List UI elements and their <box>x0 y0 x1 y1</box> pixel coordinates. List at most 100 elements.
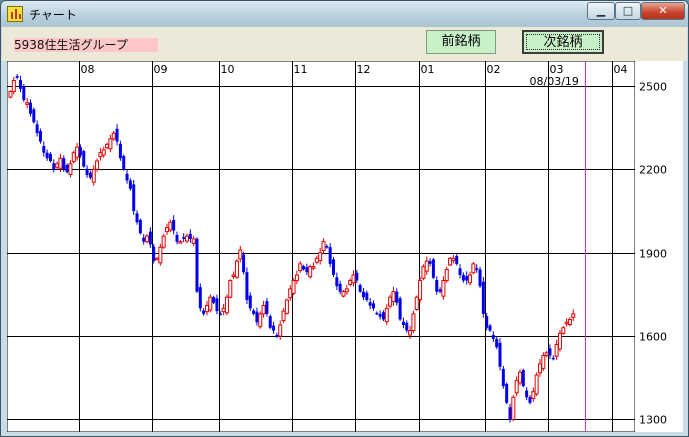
candle <box>245 267 249 305</box>
candle-body <box>252 310 256 314</box>
candle <box>291 278 296 296</box>
candle <box>198 283 202 312</box>
candle-body <box>45 152 49 159</box>
candle-body <box>537 363 542 374</box>
candle-body <box>505 383 509 403</box>
candle-body <box>424 260 429 272</box>
candle <box>22 83 26 103</box>
candle-body <box>318 252 323 262</box>
candle-body <box>531 391 536 399</box>
candle-body <box>234 260 239 278</box>
candle-body <box>381 312 385 320</box>
candle-body <box>418 280 423 300</box>
candle-body <box>18 79 22 89</box>
candle-body <box>325 246 329 248</box>
y-tick-label: 2200 <box>639 164 667 177</box>
candle-body <box>548 348 552 356</box>
candle <box>208 294 213 313</box>
title-bar[interactable]: チャート ▁ □ ✕ <box>1 1 688 27</box>
candle-body <box>22 86 26 100</box>
candle-body <box>261 305 266 315</box>
candle-body <box>255 311 259 323</box>
candle-body <box>517 371 522 384</box>
candle-body <box>198 287 202 309</box>
candle-body <box>218 313 222 315</box>
candle-body <box>448 257 453 266</box>
candle-body <box>421 266 426 279</box>
candle-body <box>554 343 559 357</box>
candle <box>448 256 453 267</box>
candle-body <box>115 128 119 142</box>
candle-body <box>165 227 170 233</box>
close-icon[interactable]: ✕ <box>641 2 685 20</box>
candle <box>284 298 289 315</box>
candle-body <box>378 313 382 317</box>
candle <box>158 243 163 266</box>
candle-body <box>511 396 516 420</box>
candle-body <box>215 298 219 312</box>
candle-body <box>148 231 152 245</box>
toolbar: 5938住生活グループ 前銘柄 次銘柄 <box>2 27 687 61</box>
candle-body <box>98 152 103 158</box>
candle <box>478 266 482 289</box>
candle <box>534 372 539 397</box>
candle-body <box>25 102 30 105</box>
candle <box>8 90 13 99</box>
candle-body <box>338 283 342 292</box>
candle <box>501 365 505 389</box>
candle <box>234 259 239 279</box>
next-stock-button[interactable]: 次銘柄 <box>522 30 604 54</box>
candle-body <box>561 327 566 334</box>
candle-body <box>495 338 499 348</box>
maximize-icon[interactable]: □ <box>615 2 641 20</box>
x-tick-label: 12 <box>357 63 371 76</box>
candle <box>228 279 233 299</box>
candle-body <box>491 335 495 339</box>
candle <box>471 262 476 275</box>
candle-body <box>15 76 19 78</box>
candle-body <box>268 316 272 328</box>
candle-body <box>208 296 213 311</box>
candlestick-chart[interactable]: 2500220019001600130008 09 10 11 12 01 02 03 0408… <box>7 61 683 432</box>
date-marker-label: 08/03/19 <box>530 75 579 88</box>
candle-body <box>172 219 176 231</box>
candle-body <box>451 257 456 262</box>
candle-body <box>544 352 549 357</box>
candle-body <box>455 256 459 264</box>
candle-body <box>514 380 519 394</box>
candle-body <box>488 325 492 331</box>
y-tick-label: 2500 <box>639 81 667 94</box>
candle-body <box>328 247 332 264</box>
prev-stock-button[interactable]: 前銘柄 <box>426 30 496 54</box>
candle-body <box>444 268 449 282</box>
candle-body <box>135 213 139 223</box>
chart-app-icon[interactable] <box>7 6 23 22</box>
candle-body <box>231 274 236 277</box>
candle-body <box>528 397 532 403</box>
candle-body <box>508 407 512 420</box>
candle-body <box>11 79 16 93</box>
candle-body <box>398 298 402 320</box>
candle-body <box>391 291 396 303</box>
window-title: チャート <box>29 8 77 22</box>
candle-body <box>272 325 276 331</box>
candle-body <box>368 302 372 306</box>
candle-body <box>95 160 100 170</box>
candle-body <box>371 303 375 309</box>
stock-label: 5938住生活グループ <box>14 38 158 52</box>
candle-body <box>384 307 389 323</box>
minimize-icon[interactable]: ▁ <box>587 2 615 20</box>
candle-body <box>302 266 306 270</box>
candle-body <box>435 279 439 292</box>
x-tick-label: 11 <box>294 63 308 76</box>
candle-body <box>501 368 505 387</box>
candle-body <box>118 143 122 159</box>
candle <box>505 382 509 405</box>
candle-body <box>281 310 286 322</box>
candle-body <box>365 292 369 300</box>
candle-body <box>111 132 116 140</box>
candle <box>398 296 402 321</box>
candle <box>444 266 449 283</box>
candle-body <box>42 146 46 153</box>
candle-body <box>182 237 186 239</box>
